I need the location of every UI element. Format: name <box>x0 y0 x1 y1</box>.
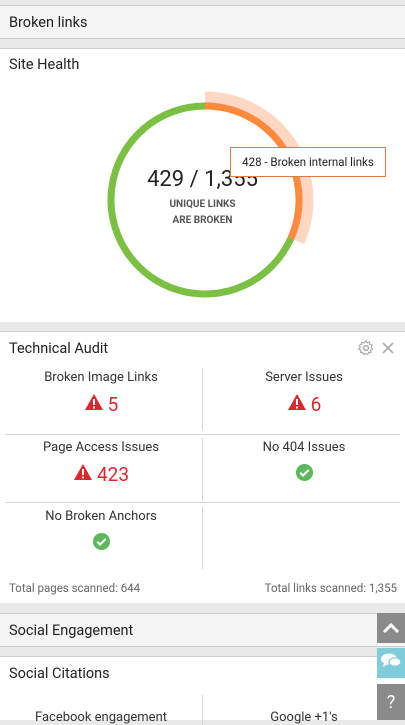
grid-divider <box>5 502 400 503</box>
chart-tooltip: 428 - Broken internal links <box>230 147 386 177</box>
grid-divider <box>5 434 400 435</box>
audit-cell-page-access-issues[interactable]: Page Access Issues 423 <box>0 440 202 486</box>
chat-bubbles-icon <box>380 652 402 674</box>
google-plus-label: Google +1's <box>270 710 338 725</box>
audit-cell-label: No 404 Issues <box>262 440 346 455</box>
audit-cell-no-404-issues[interactable]: No 404 Issues <box>203 440 405 487</box>
page-title: Broken links <box>9 14 88 31</box>
grid-divider <box>202 507 203 569</box>
social-citations-panel: Social Citations Facebook engagement Goo… <box>0 656 405 725</box>
gear-icon[interactable] <box>357 339 375 357</box>
facebook-engagement-label: Facebook engagement <box>34 710 168 725</box>
chevron-up-icon <box>382 619 400 638</box>
audit-cell-no-broken-anchors[interactable]: No Broken Anchors <box>0 509 202 556</box>
donut-center-caption-2: ARE BROKEN <box>172 215 233 226</box>
header-bar: Broken links <box>0 5 405 39</box>
warning-icon <box>287 393 307 416</box>
audit-cell-broken-image-links[interactable]: Broken Image Links 5 <box>0 370 202 416</box>
close-icon[interactable] <box>381 340 395 354</box>
warning-icon <box>84 393 104 416</box>
audit-cell-label: No Broken Anchors <box>45 509 157 524</box>
technical-audit-title: Technical Audit <box>9 340 109 357</box>
social-citations-title: Social Citations <box>9 665 110 682</box>
scroll-top-button[interactable] <box>377 613 405 643</box>
check-circle-icon <box>295 463 314 487</box>
audit-cell-value: 6 <box>310 393 322 416</box>
donut-center-caption-1: UNIQUE LINKS <box>169 199 236 210</box>
audit-cell-label: Server Issues <box>265 370 343 385</box>
warning-icon <box>73 463 93 486</box>
check-circle-icon <box>92 532 111 556</box>
help-button[interactable]: ? <box>377 684 405 720</box>
total-links-scanned: Total links scanned: 1,355 <box>264 581 397 595</box>
audit-cell-label: Broken Image Links <box>44 370 158 385</box>
technical-audit-panel: Technical Audit Broken Image Links 5 Ser… <box>0 331 405 603</box>
chat-button[interactable] <box>377 648 405 678</box>
audit-cell-label: Page Access Issues <box>43 440 159 455</box>
audit-cell-value: 5 <box>107 393 119 416</box>
audit-cell-value: 423 <box>96 463 130 486</box>
help-label: ? <box>386 691 396 713</box>
social-engagement-title: Social Engagement <box>9 622 134 639</box>
site-health-panel: Site Health 429 / 1,355 UNIQUE LINKS ARE… <box>0 48 405 322</box>
audit-cell-server-issues[interactable]: Server Issues 6 <box>203 370 405 416</box>
total-pages-scanned: Total pages scanned: 644 <box>9 581 141 595</box>
social-engagement-bar[interactable]: Social Engagement <box>0 613 405 647</box>
